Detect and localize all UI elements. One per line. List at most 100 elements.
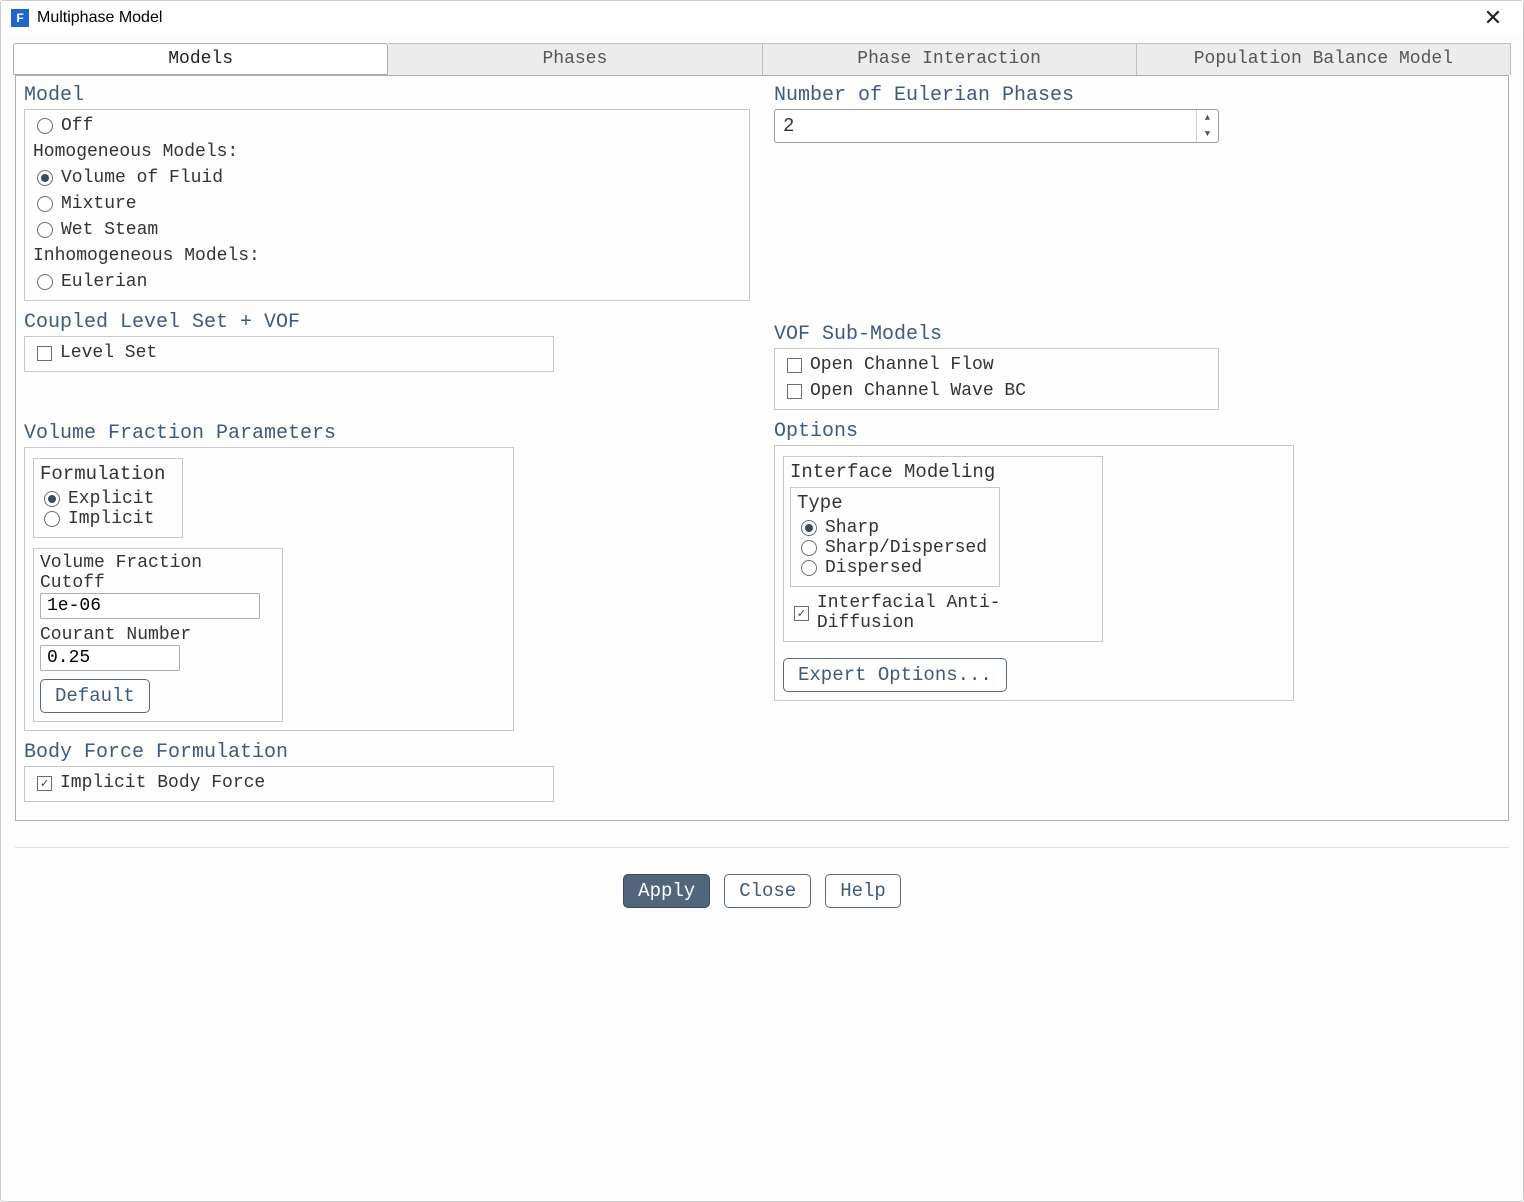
- cutoff-group: Volume Fraction Cutoff Courant Number De…: [33, 548, 283, 722]
- content-area: Model Off Homogeneous Models: Volume of …: [15, 75, 1509, 821]
- wave-bc-check-icon: [787, 384, 802, 399]
- checkbox-anti-diffusion[interactable]: ✓ Interfacial Anti-Diffusion: [790, 593, 1096, 633]
- interface-modeling-title: Interface Modeling: [790, 461, 1096, 483]
- radio-dispersed-icon: [801, 560, 817, 576]
- radio-dispersed[interactable]: Dispersed: [797, 558, 993, 578]
- radio-sharp-disp-label: Sharp/Dispersed: [825, 538, 987, 558]
- model-title: Model: [24, 84, 750, 107]
- anti-diff-check-icon: ✓: [794, 606, 809, 621]
- radio-off[interactable]: Off: [33, 116, 741, 136]
- radio-wetsteam-icon: [37, 222, 53, 238]
- eulerian-phases-value: 2: [783, 115, 1196, 137]
- radio-off-icon: [37, 118, 53, 134]
- tab-models[interactable]: Models: [13, 43, 388, 75]
- options-section: Options Interface Modeling Type Sharp: [774, 420, 1500, 701]
- anti-diff-label: Interfacial Anti-Diffusion: [817, 593, 1096, 633]
- radio-sharp-label: Sharp: [825, 518, 879, 538]
- radio-eulerian[interactable]: Eulerian: [33, 272, 741, 292]
- vof-sub-group: Open Channel Flow Open Channel Wave BC: [774, 348, 1219, 410]
- action-bar: Apply Close Help: [1, 848, 1523, 934]
- homogeneous-header: Homogeneous Models:: [33, 142, 741, 162]
- radio-vof[interactable]: Volume of Fluid: [33, 168, 741, 188]
- model-section: Model Off Homogeneous Models: Volume of …: [24, 84, 750, 301]
- cutoff-label: Volume Fraction Cutoff: [40, 553, 276, 593]
- cutoff-input[interactable]: [40, 593, 260, 619]
- model-group: Off Homogeneous Models: Volume of Fluid …: [24, 109, 750, 301]
- options-title: Options: [774, 420, 1500, 443]
- app-icon: F: [11, 9, 29, 27]
- radio-vof-label: Volume of Fluid: [61, 168, 223, 188]
- checkbox-implicit-body[interactable]: ✓ Implicit Body Force: [33, 773, 545, 793]
- radio-explicit[interactable]: Explicit: [40, 489, 176, 509]
- eulerian-phases-section: Number of Eulerian Phases 2 ▲ ▼: [774, 84, 1500, 143]
- body-force-section: Body Force Formulation ✓ Implicit Body F…: [24, 741, 750, 802]
- radio-sharp-disp-icon: [801, 540, 817, 556]
- apply-button[interactable]: Apply: [623, 874, 710, 908]
- left-column: Model Off Homogeneous Models: Volume of …: [24, 84, 750, 802]
- implicit-body-label: Implicit Body Force: [60, 773, 265, 793]
- level-set-check-icon: [37, 346, 52, 361]
- radio-vof-icon: [37, 170, 53, 186]
- checkbox-level-set[interactable]: Level Set: [33, 343, 545, 363]
- inhomogeneous-header: Inhomogeneous Models:: [33, 246, 741, 266]
- close-icon[interactable]: ✕: [1473, 5, 1513, 31]
- radio-implicit-icon: [44, 511, 60, 527]
- formulation-group: Formulation Explicit Implicit: [33, 458, 183, 538]
- vfrac-group: Formulation Explicit Implicit Volume Fra…: [24, 447, 514, 731]
- tab-population-balance[interactable]: Population Balance Model: [1137, 43, 1511, 75]
- expert-options-button[interactable]: Expert Options...: [783, 658, 1007, 692]
- body-force-group: ✓ Implicit Body Force: [24, 766, 554, 802]
- open-channel-label: Open Channel Flow: [810, 355, 994, 375]
- radio-dispersed-label: Dispersed: [825, 558, 922, 578]
- vof-submodel-section: VOF Sub-Models Open Channel Flow Open Ch…: [774, 323, 1500, 410]
- radio-mixture-label: Mixture: [61, 194, 137, 214]
- checkbox-wave-bc[interactable]: Open Channel Wave BC: [783, 381, 1210, 401]
- vof-sub-title: VOF Sub-Models: [774, 323, 1500, 346]
- tabs-bar: Models Phases Phase Interaction Populati…: [1, 35, 1523, 75]
- default-button[interactable]: Default: [40, 679, 150, 713]
- radio-wetsteam[interactable]: Wet Steam: [33, 220, 741, 240]
- body-force-title: Body Force Formulation: [24, 741, 750, 764]
- radio-implicit-label: Implicit: [68, 509, 154, 529]
- radio-eulerian-label: Eulerian: [61, 272, 147, 292]
- window-title: Multiphase Model: [37, 9, 162, 27]
- tab-phases[interactable]: Phases: [388, 43, 762, 75]
- right-column: Number of Eulerian Phases 2 ▲ ▼ VOF Sub-…: [774, 84, 1500, 802]
- options-group: Interface Modeling Type Sharp Sharp/Disp…: [774, 445, 1294, 701]
- help-button[interactable]: Help: [825, 874, 901, 908]
- radio-sharp[interactable]: Sharp: [797, 518, 993, 538]
- wave-bc-label: Open Channel Wave BC: [810, 381, 1026, 401]
- coupled-section: Coupled Level Set + VOF Level Set: [24, 311, 750, 372]
- vfrac-section: Volume Fraction Parameters Formulation E…: [24, 422, 750, 731]
- interface-modeling-group: Interface Modeling Type Sharp Sharp/Disp…: [783, 456, 1103, 642]
- spinner-arrows: ▲ ▼: [1196, 110, 1218, 142]
- checkbox-open-channel[interactable]: Open Channel Flow: [783, 355, 1210, 375]
- vfrac-title: Volume Fraction Parameters: [24, 422, 750, 445]
- radio-explicit-icon: [44, 491, 60, 507]
- spinner-up-icon[interactable]: ▲: [1197, 110, 1218, 126]
- implicit-body-check-icon: ✓: [37, 776, 52, 791]
- tab-phase-interaction[interactable]: Phase Interaction: [763, 43, 1137, 75]
- radio-eulerian-icon: [37, 274, 53, 290]
- radio-mixture[interactable]: Mixture: [33, 194, 741, 214]
- type-title: Type: [797, 492, 993, 514]
- eulerian-phases-spinner[interactable]: 2 ▲ ▼: [774, 109, 1219, 143]
- radio-implicit[interactable]: Implicit: [40, 509, 176, 529]
- radio-off-label: Off: [61, 116, 93, 136]
- close-button[interactable]: Close: [724, 874, 811, 908]
- coupled-title: Coupled Level Set + VOF: [24, 311, 750, 334]
- radio-explicit-label: Explicit: [68, 489, 154, 509]
- eulerian-phases-title: Number of Eulerian Phases: [774, 84, 1500, 107]
- radio-wetsteam-label: Wet Steam: [61, 220, 158, 240]
- interface-type-group: Type Sharp Sharp/Dispersed: [790, 487, 1000, 587]
- courant-label: Courant Number: [40, 625, 276, 645]
- radio-sharp-icon: [801, 520, 817, 536]
- radio-sharp-dispersed[interactable]: Sharp/Dispersed: [797, 538, 993, 558]
- coupled-group: Level Set: [24, 336, 554, 372]
- multiphase-model-dialog: F Multiphase Model ✕ Models Phases Phase…: [0, 0, 1524, 1202]
- courant-input[interactable]: [40, 645, 180, 671]
- radio-mixture-icon: [37, 196, 53, 212]
- open-channel-check-icon: [787, 358, 802, 373]
- level-set-label: Level Set: [60, 343, 157, 363]
- spinner-down-icon[interactable]: ▼: [1197, 126, 1218, 142]
